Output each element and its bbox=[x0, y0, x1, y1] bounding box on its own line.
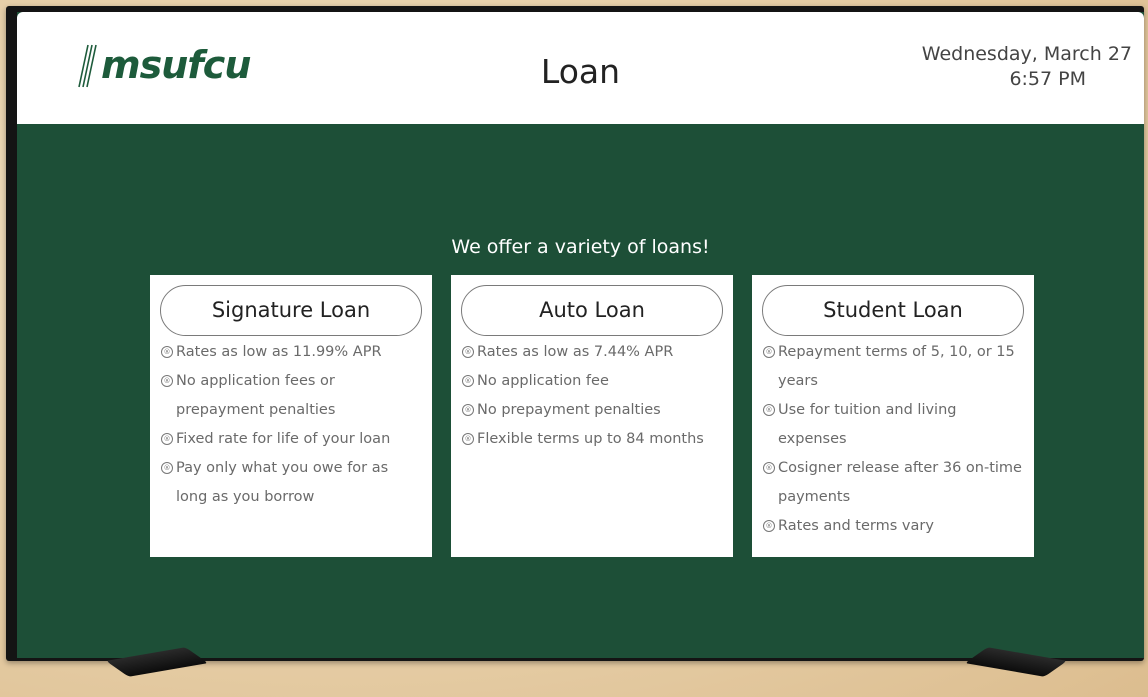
feature-text: No application fees or prepayment penalt… bbox=[176, 373, 336, 418]
loan-title-button[interactable]: Auto Loan bbox=[461, 285, 723, 336]
bullet-icon: ® bbox=[161, 375, 173, 387]
screen: msufcu Loan Wednesday, March 27 6:57 PM … bbox=[17, 12, 1144, 658]
feature-text: Rates as low as 7.44% APR bbox=[477, 344, 674, 360]
time-text: 6:57 PM bbox=[1009, 67, 1086, 90]
feature-text: No application fee bbox=[477, 373, 609, 389]
bullet-icon: ® bbox=[763, 462, 775, 474]
bullet-icon: ® bbox=[161, 462, 173, 474]
feature-item: ® No application fees or prepayment penal… bbox=[160, 367, 422, 425]
feature-item: ® No prepayment penalties bbox=[461, 396, 723, 425]
feature-text: Use for tuition and living expenses bbox=[778, 402, 957, 447]
tv-frame: msufcu Loan Wednesday, March 27 6:57 PM … bbox=[6, 6, 1144, 661]
feature-text: Cosigner release after 36 on-time paymen… bbox=[778, 460, 1022, 505]
feature-item: ® Pay only what you owe for as long as yo… bbox=[160, 454, 422, 512]
bullet-icon: ® bbox=[161, 433, 173, 445]
feature-item: ® Cosigner release after 36 on-time payme… bbox=[762, 454, 1024, 512]
feature-text: Pay only what you owe for as long as you… bbox=[176, 460, 389, 505]
bullet-icon: ® bbox=[462, 346, 474, 358]
feature-text: Repayment terms of 5, 10, or 15 years bbox=[778, 344, 1015, 389]
bullet-icon: ® bbox=[462, 404, 474, 416]
feature-text: Flexible terms up to 84 months bbox=[477, 431, 704, 447]
feature-item: ® Rates and terms vary bbox=[762, 512, 1024, 541]
tagline: We offer a variety of loans! bbox=[451, 236, 710, 258]
loan-card-signature[interactable]: Signature Loan ® Rates as low as 11.99% A… bbox=[150, 275, 432, 557]
bullet-icon: ® bbox=[763, 346, 775, 358]
feature-text: Rates and terms vary bbox=[778, 518, 934, 534]
feature-text: Rates as low as 11.99% APR bbox=[176, 344, 382, 360]
feature-item: ® No application fee bbox=[461, 367, 723, 396]
feature-item: ® Rates as low as 11.99% APR bbox=[160, 338, 422, 367]
feature-text: No prepayment penalties bbox=[477, 402, 661, 418]
date-text: Wednesday, March 27 bbox=[921, 43, 1132, 65]
loan-title-button[interactable]: Student Loan bbox=[762, 285, 1024, 336]
feature-item: ® Fixed rate for life of your loan bbox=[160, 425, 422, 454]
feature-list: ® Rates as low as 7.44% APR ® No applicati… bbox=[461, 338, 723, 454]
feature-list: ® Rates as low as 11.99% APR ® No applicat… bbox=[160, 338, 422, 512]
loan-card-student[interactable]: Student Loan ® Repayment terms of 5, 10, … bbox=[752, 275, 1034, 557]
datetime: Wednesday, March 27 6:57 PM bbox=[922, 42, 1132, 91]
feature-item: ® Repayment terms of 5, 10, or 15 years bbox=[762, 338, 1024, 396]
feature-item: ® Use for tuition and living expenses bbox=[762, 396, 1024, 454]
feature-item: ® Rates as low as 7.44% APR bbox=[461, 338, 723, 367]
bullet-icon: ® bbox=[462, 375, 474, 387]
bullet-icon: ® bbox=[161, 346, 173, 358]
feature-list: ® Repayment terms of 5, 10, or 15 years ®… bbox=[762, 338, 1024, 541]
header-bar: msufcu Loan Wednesday, March 27 6:57 PM bbox=[17, 12, 1144, 124]
feature-text: Fixed rate for life of your loan bbox=[176, 431, 391, 447]
feature-item: ® Flexible terms up to 84 months bbox=[461, 425, 723, 454]
loan-title-button[interactable]: Signature Loan bbox=[160, 285, 422, 336]
bullet-icon: ® bbox=[462, 433, 474, 445]
loan-card-auto[interactable]: Auto Loan ® Rates as low as 7.44% APR ® No… bbox=[451, 275, 733, 557]
loan-cards: Signature Loan ® Rates as low as 11.99% A… bbox=[150, 275, 1034, 557]
bullet-icon: ® bbox=[763, 404, 775, 416]
bullet-icon: ® bbox=[763, 520, 775, 532]
